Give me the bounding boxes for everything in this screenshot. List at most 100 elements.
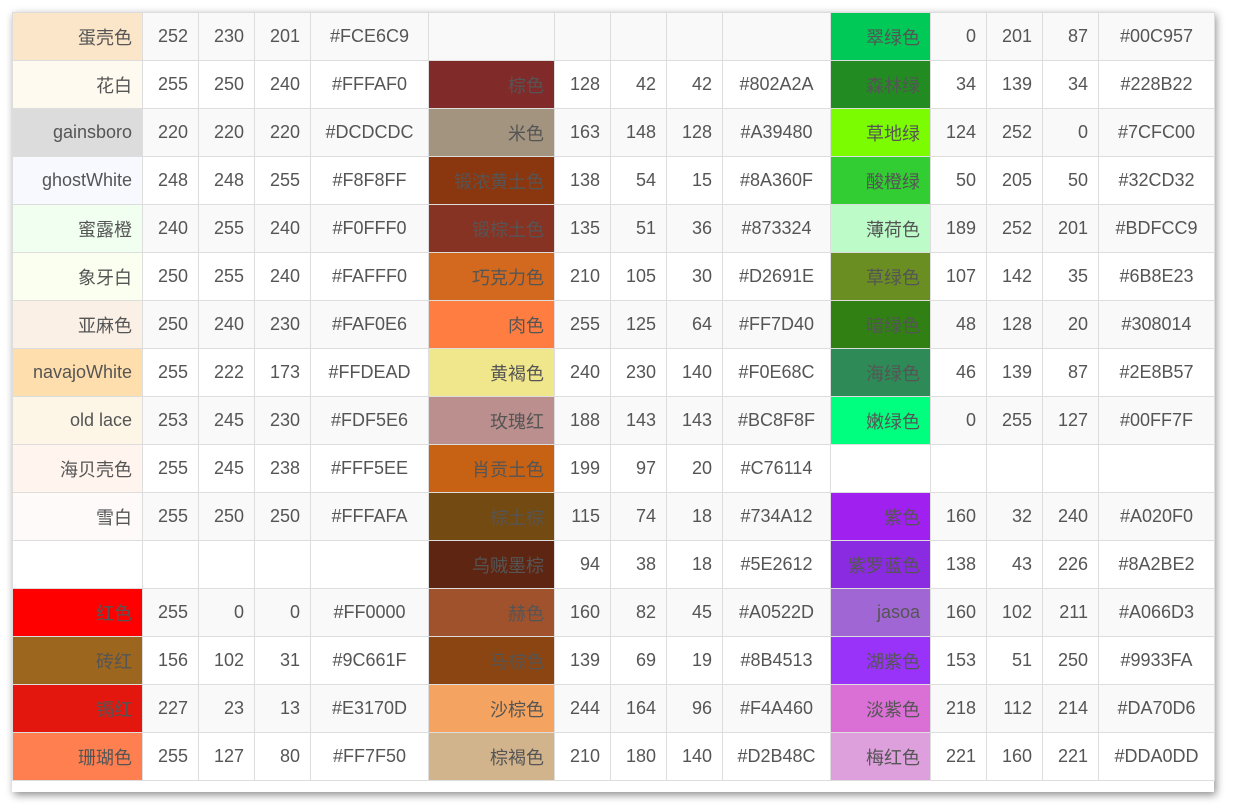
red-value-cell: 138: [930, 540, 987, 589]
green-value-cell: 102: [986, 588, 1043, 637]
color-name-cell: 酸橙绿: [830, 156, 931, 205]
color-name-cell: 草地绿: [830, 108, 931, 157]
color-name-cell: 锻棕土色: [428, 204, 555, 253]
green-value-cell: 148: [610, 108, 667, 157]
red-value-cell: 135: [554, 204, 611, 253]
green-value-cell: 255: [986, 396, 1043, 445]
blue-value-cell: 45: [666, 588, 723, 637]
hex-code-cell: #FAF0E6: [310, 300, 429, 349]
table-row: 亚麻色 250 240 230 #FAF0E6 肉色 255 125 64 #FF7D40 暗绿色 4…: [12, 300, 1215, 349]
hex-code-cell: #FCE6C9: [310, 12, 429, 61]
blue-value-cell: 240: [254, 252, 311, 301]
hex-code-cell: #9933FA: [1098, 636, 1215, 685]
color-name-cell: 雪白: [12, 492, 143, 541]
blue-value-cell: [666, 12, 723, 61]
blue-value-cell: 127: [1042, 396, 1099, 445]
color-name-cell: 肖贡土色: [428, 444, 555, 493]
color-table-body: 蛋壳色 252 230 201 #FCE6C9 翠绿色 0 201 87 #00C957 花白 255…: [12, 12, 1215, 781]
hex-code-cell: #FFF5EE: [310, 444, 429, 493]
color-name-cell: 蛋壳色: [12, 12, 143, 61]
color-name-cell: 乌贼墨棕: [428, 540, 555, 589]
color-name-cell: 海绿色: [830, 348, 931, 397]
blue-value-cell: 80: [254, 732, 311, 781]
red-value-cell: 210: [554, 732, 611, 781]
red-value-cell: 250: [142, 300, 199, 349]
color-name-cell: 红色: [12, 588, 143, 637]
green-value-cell: 252: [986, 108, 1043, 157]
green-value-cell: [610, 12, 667, 61]
green-value-cell: 127: [198, 732, 255, 781]
green-value-cell: 43: [986, 540, 1043, 589]
color-name-cell: 巧克力色: [428, 252, 555, 301]
blue-value-cell: 140: [666, 732, 723, 781]
green-value-cell: 250: [198, 60, 255, 109]
blue-value-cell: 19: [666, 636, 723, 685]
hex-code-cell: #FF0000: [310, 588, 429, 637]
color-name-cell: 棕土棕: [428, 492, 555, 541]
hex-code-cell: #FF7D40: [722, 300, 831, 349]
table-row: 蛋壳色 252 230 201 #FCE6C9 翠绿色 0 201 87 #00C957: [12, 12, 1215, 61]
green-value-cell: 112: [986, 684, 1043, 733]
blue-value-cell: 230: [254, 300, 311, 349]
blue-value-cell: 20: [666, 444, 723, 493]
green-value-cell: 105: [610, 252, 667, 301]
hex-code-cell: #00C957: [1098, 12, 1215, 61]
hex-code-cell: #228B22: [1098, 60, 1215, 109]
red-value-cell: 250: [142, 252, 199, 301]
hex-code-cell: #DDA0DD: [1098, 732, 1215, 781]
hex-code-cell: #6B8E23: [1098, 252, 1215, 301]
blue-value-cell: 31: [254, 636, 311, 685]
red-value-cell: 220: [142, 108, 199, 157]
blue-value-cell: 173: [254, 348, 311, 397]
green-value-cell: 230: [198, 12, 255, 61]
hex-code-cell: #A066D3: [1098, 588, 1215, 637]
red-value-cell: 139: [554, 636, 611, 685]
red-value-cell: 94: [554, 540, 611, 589]
color-name-cell: 花白: [12, 60, 143, 109]
color-name-cell: navajoWhite: [12, 348, 143, 397]
green-value-cell: 82: [610, 588, 667, 637]
hex-code-cell: #FFFAF0: [310, 60, 429, 109]
hex-code-cell: #DA70D6: [1098, 684, 1215, 733]
hex-code-cell: [722, 12, 831, 61]
blue-value-cell: 0: [254, 588, 311, 637]
hex-code-cell: #9C661F: [310, 636, 429, 685]
color-name-cell: gainsboro: [12, 108, 143, 157]
blue-value-cell: 255: [254, 156, 311, 205]
blue-value-cell: 64: [666, 300, 723, 349]
red-value-cell: 160: [930, 492, 987, 541]
blue-value-cell: 18: [666, 492, 723, 541]
blue-value-cell: 226: [1042, 540, 1099, 589]
green-value-cell: 139: [986, 60, 1043, 109]
green-value-cell: 220: [198, 108, 255, 157]
green-value-cell: 128: [986, 300, 1043, 349]
table-row: ghostWhite 248 248 255 #F8F8FF 锻浓黄土色 138 54 15 #8…: [12, 156, 1215, 205]
color-name-cell: old lace: [12, 396, 143, 445]
red-value-cell: [554, 12, 611, 61]
table-row: old lace 253 245 230 #FDF5E6 玫瑰红 188 143 143 #BC8…: [12, 396, 1215, 445]
table-row: 雪白 255 250 250 #FFFAFA 棕土棕 115 74 18 #734A12 紫色 160…: [12, 492, 1215, 541]
hex-code-cell: #D2B48C: [722, 732, 831, 781]
red-value-cell: 34: [930, 60, 987, 109]
red-value-cell: 188: [554, 396, 611, 445]
green-value-cell: 255: [198, 252, 255, 301]
blue-value-cell: 30: [666, 252, 723, 301]
color-name-cell: 沙棕色: [428, 684, 555, 733]
blue-value-cell: 250: [1042, 636, 1099, 685]
red-value-cell: [142, 540, 199, 589]
red-value-cell: 128: [554, 60, 611, 109]
hex-code-cell: #F8F8FF: [310, 156, 429, 205]
blue-value-cell: 143: [666, 396, 723, 445]
color-name-cell: 砖红: [12, 636, 143, 685]
red-value-cell: 255: [142, 348, 199, 397]
color-name-cell: 镉红: [12, 684, 143, 733]
hex-code-cell: #A0522D: [722, 588, 831, 637]
green-value-cell: 222: [198, 348, 255, 397]
blue-value-cell: 238: [254, 444, 311, 493]
hex-code-cell: [310, 540, 429, 589]
table-row: 镉红 227 23 13 #E3170D 沙棕色 244 164 96 #F4A460 淡紫色 218…: [12, 684, 1215, 733]
red-value-cell: 0: [930, 396, 987, 445]
hex-code-cell: #5E2612: [722, 540, 831, 589]
hex-code-cell: #A020F0: [1098, 492, 1215, 541]
blue-value-cell: 201: [254, 12, 311, 61]
